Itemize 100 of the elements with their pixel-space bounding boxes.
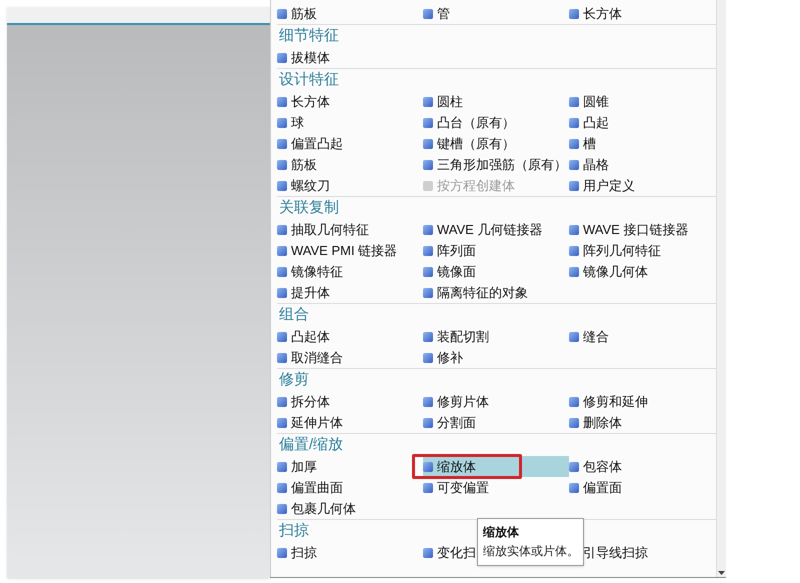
tool-icon <box>277 8 287 18</box>
section-heading: 偏置/缩放 <box>278 435 344 455</box>
menu-item[interactable]: 圆锥 <box>569 91 609 112</box>
tool-icon <box>277 96 287 106</box>
menu-item[interactable]: 球 <box>277 112 304 133</box>
tool-icon <box>277 288 287 298</box>
menu-item[interactable]: 缝合 <box>569 326 609 347</box>
tool-icon <box>423 180 433 190</box>
menu-item[interactable]: 缩放体 <box>423 456 569 477</box>
tool-icon <box>423 118 433 128</box>
tool-icon <box>569 246 579 256</box>
tool-icon <box>569 266 579 276</box>
menu-item[interactable]: 装配切割 <box>423 326 489 347</box>
menu-item[interactable]: 三角形加强筋（原有） <box>423 154 567 175</box>
tool-icon <box>423 352 433 362</box>
menu-item[interactable]: 取消缝合 <box>277 347 343 368</box>
tool-icon <box>423 288 433 298</box>
tool-icon <box>423 138 433 148</box>
menu-item[interactable]: 变化扫 <box>423 542 476 563</box>
menu-item[interactable]: 镜像几何体 <box>569 261 648 282</box>
tool-icon <box>423 418 433 428</box>
menu-item[interactable]: 抽取几何特征 <box>277 219 369 240</box>
tool-icon <box>277 482 287 492</box>
tool-icon <box>277 548 287 558</box>
menu-item[interactable]: 管 <box>423 3 450 24</box>
menu-item[interactable]: 镜像特征 <box>277 261 343 282</box>
menu-item[interactable]: 凸台（原有） <box>423 112 515 133</box>
menu-item[interactable]: 修剪片体 <box>423 391 489 412</box>
menu-item[interactable]: 长方体 <box>277 91 330 112</box>
menu-item[interactable]: 扫掠 <box>277 542 317 563</box>
menu-item[interactable]: 分割面 <box>423 412 476 433</box>
menu-item[interactable]: 镜像面 <box>423 261 476 282</box>
tool-icon <box>569 138 579 148</box>
tool-icon <box>277 224 287 234</box>
menu-item[interactable]: 延伸片体 <box>277 412 343 433</box>
menu-item[interactable]: WAVE 几何链接器 <box>423 219 542 240</box>
menu-item[interactable]: 键槽（原有） <box>423 133 515 154</box>
scrollbar[interactable] <box>716 0 726 577</box>
menu-item[interactable]: 筋板 <box>277 154 317 175</box>
menu-item[interactable]: 偏置曲面 <box>277 477 343 498</box>
menu-item[interactable]: 提升体 <box>277 282 330 303</box>
tooltip-text: 缩放实体或片体。 <box>483 543 578 560</box>
section-heading: 组合 <box>278 305 309 325</box>
section-heading: 修剪 <box>278 370 309 390</box>
tool-icon <box>423 462 433 472</box>
menu-item[interactable]: 删除体 <box>569 412 622 433</box>
menu-item[interactable]: 修补 <box>423 347 463 368</box>
tool-icon <box>423 482 433 492</box>
tool-icon <box>277 332 287 342</box>
tool-icon <box>277 266 287 276</box>
tool-icon <box>277 52 287 62</box>
tool-icon <box>569 8 579 18</box>
tool-icon <box>423 160 433 170</box>
menu-item[interactable]: 晶格 <box>569 154 609 175</box>
menu-item[interactable]: 用户定义 <box>569 175 635 196</box>
tool-icon <box>423 396 433 406</box>
tool-icon <box>277 118 287 128</box>
menu-item[interactable]: WAVE 接口链接器 <box>569 219 688 240</box>
menu-item[interactable]: 阵列几何特征 <box>569 240 661 261</box>
menu-item[interactable]: 包容体 <box>569 456 622 477</box>
scroll-down-icon[interactable] <box>718 571 725 575</box>
menu-item[interactable]: 包裹几何体 <box>277 498 356 519</box>
tool-icon <box>277 396 287 406</box>
tool-icon <box>569 482 579 492</box>
menu-item[interactable]: 螺纹刀 <box>277 175 330 196</box>
tool-icon <box>277 180 287 190</box>
menu-item[interactable]: 加厚 <box>277 456 317 477</box>
menu-item[interactable]: 筋板 <box>277 3 317 24</box>
tool-icon <box>569 462 579 472</box>
tool-icon <box>569 224 579 234</box>
tool-icon <box>277 352 287 362</box>
menu-item[interactable]: 圆柱 <box>423 91 463 112</box>
menu-item[interactable]: 偏置面 <box>569 477 622 498</box>
section-heading: 扫掠 <box>278 521 309 541</box>
menu-item[interactable]: 拔模体 <box>277 47 330 68</box>
tool-icon <box>569 160 579 170</box>
tool-icon <box>277 160 287 170</box>
menu-item[interactable]: 拆分体 <box>277 391 330 412</box>
menu-item[interactable]: 槽 <box>569 133 596 154</box>
tool-icon <box>277 462 287 472</box>
tool-icon <box>423 8 433 18</box>
tool-icon <box>277 418 287 428</box>
tool-icon <box>569 118 579 128</box>
tool-icon <box>277 504 287 514</box>
tool-icon <box>569 332 579 342</box>
menu-item[interactable]: 隔离特征的对象 <box>423 282 528 303</box>
section-heading: 设计特征 <box>278 70 339 90</box>
menu-item[interactable]: 阵列面 <box>423 240 476 261</box>
menu-item[interactable]: 可变偏置 <box>423 477 489 498</box>
tooltip-title: 缩放体 <box>483 524 520 541</box>
menu-item[interactable]: 凸起体 <box>277 326 330 347</box>
tool-icon <box>423 266 433 276</box>
menu-item[interactable]: 长方体 <box>569 3 622 24</box>
tool-icon <box>569 96 579 106</box>
menu-item[interactable]: 凸起 <box>569 112 609 133</box>
tool-icon <box>423 332 433 342</box>
menu-item[interactable]: 偏置凸起 <box>277 133 343 154</box>
tool-icon <box>423 246 433 256</box>
menu-item[interactable]: 修剪和延伸 <box>569 391 648 412</box>
menu-item[interactable]: WAVE PMI 链接器 <box>277 240 398 261</box>
